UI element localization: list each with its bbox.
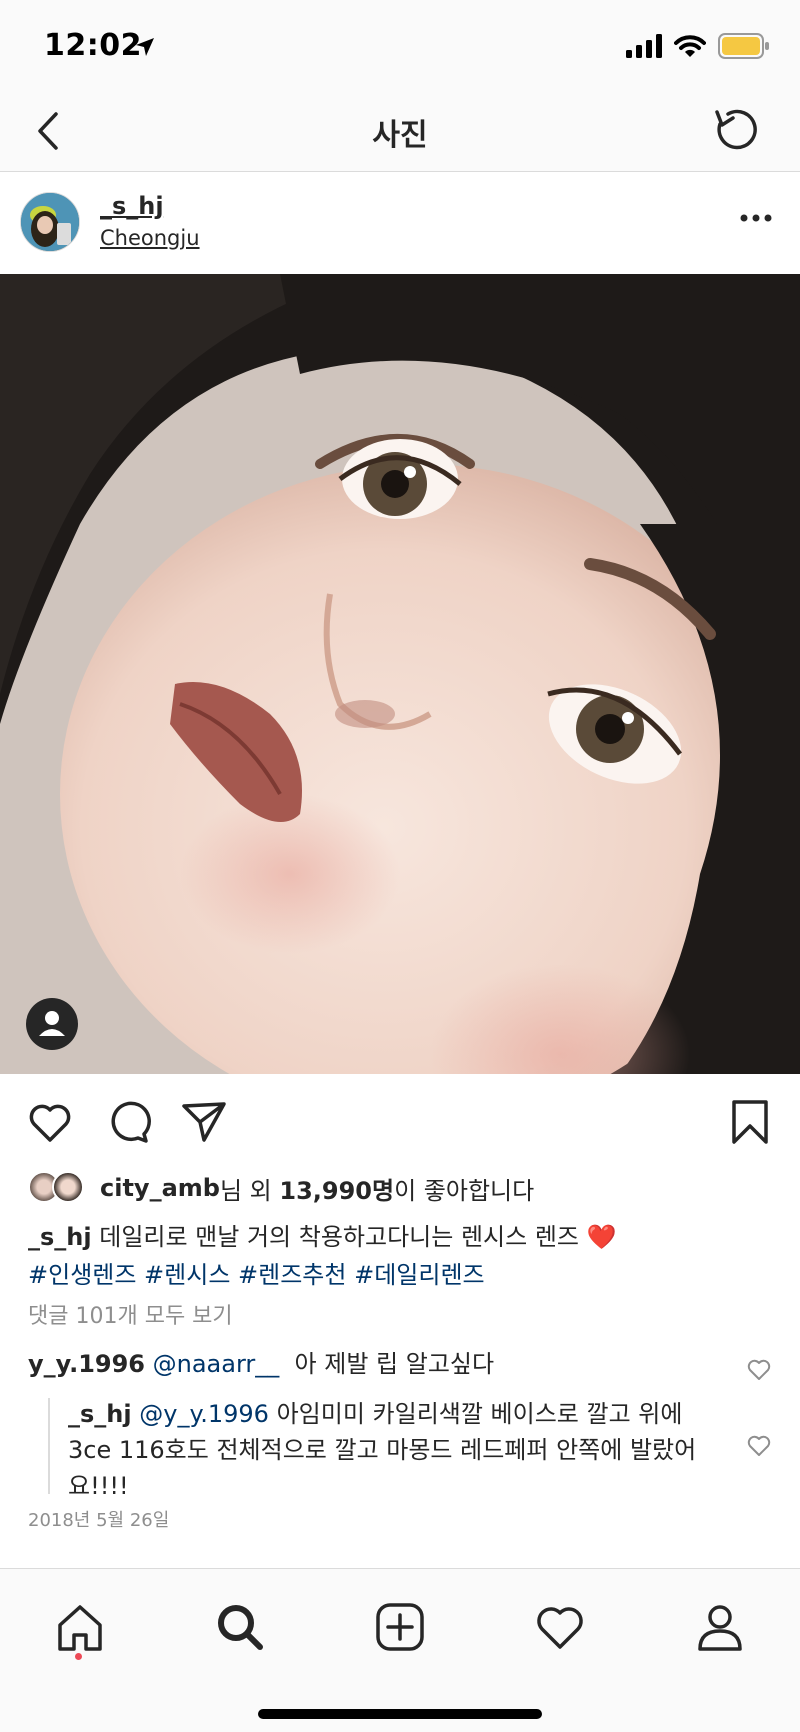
person-icon	[39, 1011, 65, 1036]
caption-username[interactable]: _s_hj	[28, 1223, 92, 1251]
page-title: 사진	[372, 118, 428, 153]
signal-icon	[626, 34, 662, 58]
comment-mention[interactable]: @y_y.1996	[139, 1400, 269, 1428]
send-icon[interactable]	[180, 1098, 228, 1146]
comment-text: 아 제발 립 알고싶다	[279, 1350, 495, 1378]
post-header: _s_hj Cheongju	[0, 172, 800, 274]
likes-text-2: 이 좋아합니다	[394, 1176, 535, 1205]
battery-icon	[718, 33, 769, 59]
comment-username[interactable]: _s_hj	[68, 1400, 132, 1428]
status-indicators	[626, 33, 770, 59]
profile-icon[interactable]	[692, 1599, 748, 1655]
heart-icon[interactable]	[26, 1098, 74, 1146]
location-arrow-icon	[136, 38, 154, 56]
tagged-users-icon[interactable]	[26, 998, 78, 1050]
search-icon[interactable]	[212, 1599, 268, 1655]
liker-username[interactable]: city_amb	[100, 1174, 220, 1202]
post-photo	[0, 274, 800, 1074]
wifi-icon	[674, 35, 706, 57]
caption-hashtags[interactable]: #인생렌즈 #렌시스 #렌즈추천 #데일리렌즈	[28, 1261, 485, 1289]
navigation-bar: 사진	[0, 96, 800, 172]
notification-dot	[75, 1653, 82, 1660]
bookmark-icon[interactable]	[726, 1098, 774, 1146]
post-details: city_amb 님 외 13,990명 이 좋아합니다 _s_hj 데일리로 …	[0, 1168, 800, 1568]
avatar[interactable]	[20, 192, 80, 252]
add-post-icon[interactable]	[372, 1599, 428, 1655]
liker-avatars	[28, 1171, 88, 1205]
comment-username[interactable]: y_y.1996	[28, 1350, 145, 1378]
post-location[interactable]: Cheongju	[100, 226, 200, 250]
reply-thread-line	[48, 1398, 50, 1494]
comment-like-icon[interactable]	[746, 1356, 772, 1382]
likes-count[interactable]: 13,990명	[279, 1171, 394, 1206]
likes-summary[interactable]: city_amb 님 외 13,990명 이 좋아합니다	[28, 1168, 534, 1208]
caption: _s_hj 데일리로 맨날 거의 착용하고다니는 렌시스 렌즈 ❤️ #인생렌즈…	[28, 1218, 768, 1294]
post-actions	[0, 1074, 800, 1168]
post-username[interactable]: _s_hj	[100, 192, 164, 220]
home-indicator	[258, 1709, 542, 1719]
status-time: 12:02	[44, 28, 142, 63]
likes-text-1: 님 외	[219, 1176, 280, 1205]
view-all-comments-link[interactable]: 댓글 101개 모두 보기	[28, 1298, 233, 1330]
liker-avatar	[52, 1171, 84, 1203]
more-icon[interactable]	[738, 212, 774, 224]
post-timestamp: 2018년 5월 26일	[28, 1510, 170, 1531]
comment-mention[interactable]: @naaarr__	[153, 1350, 280, 1378]
comment: y_y.1996 @naaarr__ 아 제발 립 알고싶다	[28, 1346, 728, 1382]
avatar-image	[21, 193, 79, 251]
home-icon[interactable]	[52, 1599, 108, 1655]
activity-heart-icon[interactable]	[532, 1599, 588, 1655]
caption-text: 데일리로 맨날 거의 착용하고다니는 렌시스 렌즈 ❤️	[91, 1223, 617, 1251]
status-bar: 12:02	[0, 0, 800, 96]
comment-icon[interactable]	[104, 1098, 152, 1146]
refresh-icon[interactable]	[708, 102, 764, 158]
comment-reply: _s_hj @y_y.1996 아임미미 카일리색깔 베이스로 깔고 위에 3c…	[68, 1396, 728, 1504]
post-image[interactable]	[0, 274, 800, 1074]
bottom-tab-bar	[0, 1568, 800, 1732]
comment-like-icon[interactable]	[746, 1432, 772, 1458]
